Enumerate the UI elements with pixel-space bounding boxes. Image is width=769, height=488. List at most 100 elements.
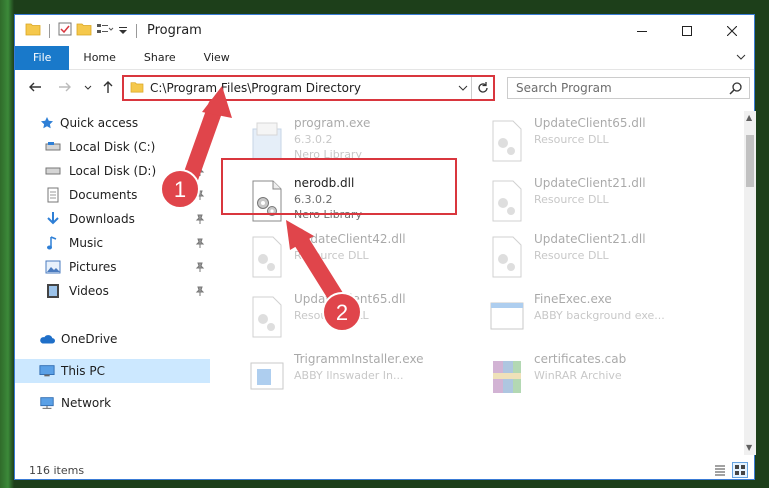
nav-this-pc[interactable]: This PC [15, 359, 210, 383]
file-tile[interactable]: UpdateClient21.dll Resource DLL [477, 229, 717, 285]
pin-icon [195, 213, 205, 227]
file-tile[interactable]: UpdateClient42.dll Resource DLL [237, 229, 477, 285]
window-controls [619, 15, 754, 46]
dll-icon [487, 235, 527, 279]
tiles-view-button[interactable] [732, 462, 748, 478]
nerodb-highlight-box [221, 158, 457, 215]
address-row: C:\Program Files\Program Directory Searc… [15, 71, 754, 105]
pin-icon [195, 237, 205, 251]
address-dropdown-button[interactable] [457, 81, 469, 98]
videos-icon [45, 283, 61, 299]
chevron-down-icon [84, 85, 92, 90]
archive-icon [487, 355, 527, 399]
installer-icon [247, 119, 287, 163]
file-tile[interactable]: certificates.cab WinRAR Archive [477, 349, 717, 405]
title-separator [136, 23, 137, 38]
dll-icon [247, 235, 287, 279]
pin-icon [195, 165, 205, 179]
tab-home[interactable]: Home [69, 46, 129, 70]
file-name: UpdateClient65.dll [534, 116, 646, 130]
folder-icon [130, 81, 144, 96]
file-detail: Resource DLL [534, 249, 609, 262]
scroll-up-icon[interactable]: ▲ [746, 113, 752, 122]
forward-button[interactable] [57, 79, 73, 98]
quick-access-toolbar [25, 22, 128, 39]
nav-local-disk-c[interactable]: Local Disk (C:) [15, 135, 210, 159]
cloud-icon [39, 331, 55, 347]
maximize-button[interactable] [664, 15, 709, 46]
title-bar: Program [15, 15, 754, 46]
window-title: Program [147, 23, 202, 38]
nav-label: Local Disk (C:) [69, 140, 156, 154]
minimize-button[interactable] [619, 15, 664, 46]
recent-locations-button[interactable] [83, 79, 93, 98]
properties-icon[interactable] [58, 22, 72, 39]
tab-share[interactable]: Share [130, 46, 190, 70]
nav-label: Videos [69, 284, 109, 298]
chevron-down-icon [736, 54, 746, 60]
exe-icon [247, 355, 287, 399]
network-icon [39, 395, 55, 411]
file-name: UpdateClient65.dll [294, 292, 406, 306]
nav-onedrive[interactable]: OneDrive [15, 327, 210, 351]
file-name: UpdateClient42.dll [294, 232, 406, 246]
back-button[interactable] [27, 79, 43, 98]
drive-icon [45, 139, 61, 155]
nav-label: This PC [61, 364, 105, 378]
nav-label: Downloads [69, 212, 135, 226]
nav-local-disk-d[interactable]: Local Disk (D:) [15, 159, 210, 183]
tab-view[interactable]: View [190, 46, 244, 70]
dll-icon [487, 119, 527, 163]
search-input[interactable]: Search Program [507, 77, 750, 99]
file-tile[interactable]: TrigrammInstaller.exe ABBY Ilnswader In.… [237, 349, 477, 405]
nav-quick-access[interactable]: Quick access [15, 111, 210, 135]
nav-network[interactable]: Network [15, 391, 210, 415]
file-tile[interactable]: UpdateClient65.dll Resource DLL [237, 289, 477, 345]
nav-pictures[interactable]: Pictures [15, 255, 210, 279]
file-tile[interactable]: UpdateClient65.dll Resource DLL [477, 113, 717, 169]
documents-icon [45, 187, 61, 203]
customize-toolbar-icon[interactable] [118, 22, 128, 39]
status-bar: 116 items [15, 459, 754, 481]
view-switcher [712, 462, 748, 478]
tiles-view-icon [735, 465, 745, 475]
scrollbar-thumb[interactable] [746, 135, 754, 187]
explorer-window: Program File Home Share View C:\Program … [14, 14, 756, 481]
pin-icon [195, 285, 205, 299]
music-icon [45, 235, 61, 251]
nav-label: Documents [69, 188, 138, 202]
file-detail: Resource DLL [534, 133, 609, 146]
refresh-button[interactable] [471, 77, 493, 99]
arrow-left-icon [29, 82, 41, 92]
file-name: UpdateClient21.dll [534, 232, 646, 246]
tab-file[interactable]: File [15, 45, 70, 70]
details-view-icon [715, 465, 725, 476]
file-detail: ABBY background exe... [534, 309, 665, 322]
file-detail: WinRAR Archive [534, 369, 622, 382]
address-bar[interactable]: C:\Program Files\Program Directory [122, 75, 495, 101]
nav-videos[interactable]: Videos [15, 279, 210, 303]
close-button[interactable] [709, 15, 754, 46]
nav-music[interactable]: Music [15, 231, 210, 255]
file-tile[interactable]: FineExec.exe ABBY background exe... [477, 289, 717, 345]
ribbon-expand-button[interactable] [734, 50, 748, 67]
search-placeholder: Search Program [516, 81, 612, 95]
toolbar-separator [49, 23, 50, 38]
file-name: program.exe [294, 116, 371, 130]
arrow-up-icon [103, 81, 113, 93]
new-folder-icon[interactable] [76, 22, 92, 39]
folder-icon [25, 22, 41, 39]
scroll-down-icon[interactable]: ▼ [746, 443, 752, 452]
nav-documents[interactable]: Documents [15, 183, 210, 207]
computer-icon [39, 363, 55, 379]
refresh-icon [477, 82, 488, 93]
up-button[interactable] [100, 79, 116, 98]
details-view-button[interactable] [712, 462, 728, 478]
nav-downloads[interactable]: Downloads [15, 207, 210, 231]
vertical-scrollbar[interactable]: ▲ ▼ [744, 111, 756, 455]
view-options-icon[interactable] [96, 22, 114, 39]
file-tile[interactable]: UpdateClient21.dll Resource DLL [477, 173, 717, 229]
address-path[interactable]: C:\Program Files\Program Directory [150, 81, 361, 95]
nav-label: Network [61, 396, 112, 410]
pin-icon [195, 189, 205, 203]
